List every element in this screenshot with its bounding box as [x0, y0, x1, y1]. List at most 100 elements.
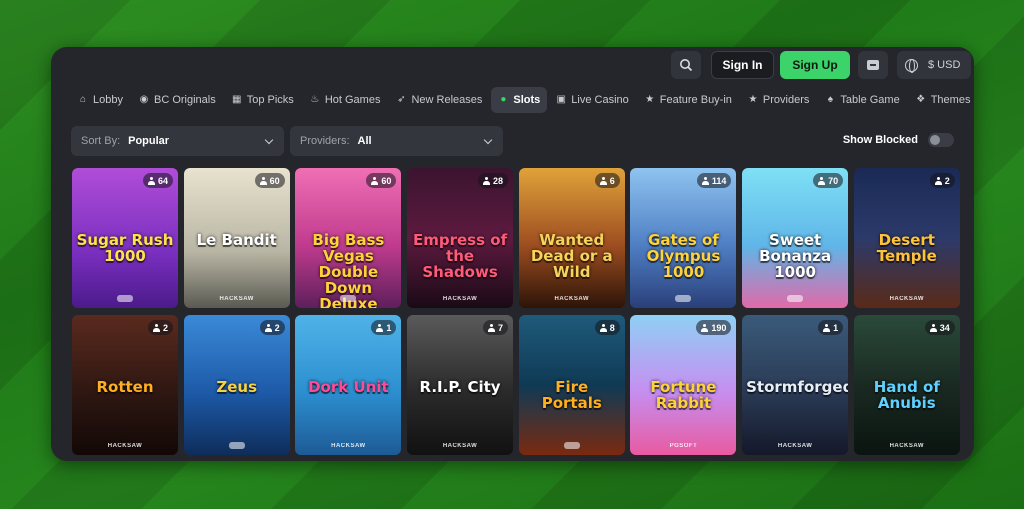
nav-item-top-picks[interactable]: ▦ Top Picks	[225, 87, 301, 113]
person-icon	[823, 323, 831, 332]
game-card[interactable]: 1 Stormforged HACKSAW	[742, 315, 849, 455]
game-card[interactable]: 28 Empress of the Shadows HACKSAW	[407, 168, 514, 308]
player-count: 8	[609, 322, 615, 333]
game-card[interactable]: 6 Wanted Dead or a Wild HACKSAW	[518, 168, 625, 308]
nav-item-bc-originals[interactable]: ◉ BC Originals	[132, 87, 223, 113]
player-count-badge: 2	[929, 173, 955, 188]
game-card[interactable]: 64 Sugar Rush 1000	[72, 168, 178, 308]
person-icon	[488, 323, 496, 332]
game-card[interactable]: 60Big Bass Vegas Double Down Deluxe	[295, 168, 402, 308]
home-icon: ⌂	[79, 94, 87, 105]
nav-item-label: New Releases	[411, 94, 483, 106]
game-card[interactable]: 2 Zeus	[183, 315, 290, 455]
person-icon	[259, 176, 267, 185]
provider-logo: PGSOFT	[669, 443, 698, 449]
nav-item-slots[interactable]: ● Slots	[491, 87, 548, 113]
game-card[interactable]: 114 Gates of Olympus 1000	[630, 168, 737, 308]
player-count: 2	[944, 175, 950, 186]
nav-item-table-game[interactable]: ♠ Table Game	[818, 87, 906, 113]
person-icon	[483, 176, 491, 185]
nav-item-label: Hot Games	[324, 94, 381, 106]
nav-item-lobby[interactable]: ⌂ Lobby	[71, 87, 130, 113]
flame-icon: ♨	[310, 94, 320, 105]
sign-in-button[interactable]: Sign In	[711, 51, 774, 79]
sign-up-button[interactable]: Sign Up	[780, 51, 850, 79]
game-title: Zeus	[216, 378, 258, 396]
show-blocked-label: Show Blocked	[842, 134, 918, 146]
sort-dropdown[interactable]: Sort By: Popular	[71, 126, 284, 156]
search-button[interactable]	[671, 51, 701, 79]
grid-icon: ▦	[232, 94, 242, 105]
provider-logo	[563, 442, 580, 449]
nav-item-label: Live Casino	[571, 94, 629, 106]
nav-item-live-casino[interactable]: ▣ Live Casino	[549, 87, 635, 113]
person-icon	[371, 176, 379, 185]
player-count: 60	[381, 175, 392, 186]
nav-item-label: Lobby	[93, 94, 123, 106]
player-count-badge: 7	[483, 320, 509, 335]
provider-logo	[787, 295, 804, 302]
game-title: Sweet Bonanza 1000	[759, 231, 832, 281]
provider-logo	[340, 295, 357, 302]
game-title: Fortune Rabbit	[650, 378, 717, 412]
rocket-icon: ➶	[397, 94, 406, 105]
player-count: 1	[386, 322, 392, 333]
category-nav: ⌂ Lobby ◉ BC Originals ▦ Top Picks ♨ Hot Games ➶…	[71, 85, 970, 115]
person-icon	[818, 176, 826, 185]
nav-item-label: Themes	[930, 94, 971, 106]
nav-item-label: Feature Buy-in	[659, 94, 732, 106]
filters-bar: Sort By: Popular Providers: All Show Blo…	[71, 126, 954, 156]
provider-logo: HACKSAW	[554, 296, 589, 302]
game-card[interactable]: 34 Hand of Anubis HACKSAW	[853, 315, 960, 455]
game-card[interactable]: 190 Fortune Rabbit PGSOFT	[630, 315, 737, 455]
nav-item-new-releases[interactable]: ➶ New Releases	[389, 87, 489, 113]
person-icon	[934, 176, 942, 185]
person-icon	[264, 323, 272, 332]
table-icon: ♠	[827, 94, 834, 105]
search-icon	[680, 59, 693, 72]
nav-item-feature-buy-in[interactable]: ★ Feature Buy-in	[638, 87, 739, 113]
person-icon	[599, 176, 607, 185]
game-card[interactable]: 2 Rotten HACKSAW	[72, 315, 178, 455]
currency-selector[interactable]: $ USD	[897, 51, 971, 79]
game-title: Stormforged	[746, 378, 849, 396]
player-count: 114	[711, 175, 727, 186]
originals-icon: ◉	[139, 94, 149, 105]
game-card[interactable]: 7 R.I.P. City HACKSAW	[407, 315, 514, 455]
show-blocked-toggle[interactable]	[928, 133, 954, 147]
player-count: 1	[833, 322, 839, 333]
chat-button[interactable]	[858, 51, 888, 79]
game-card[interactable]: 60 Le Bandit HACKSAW	[183, 168, 290, 308]
globe-icon	[905, 58, 918, 73]
game-title: Desert Temple	[876, 231, 937, 265]
player-count-badge: 28	[478, 173, 509, 188]
providers-dropdown[interactable]: Providers: All	[290, 126, 503, 156]
app-window: Sign In Sign Up $ USD ⌂ Lobby ◉ BC Original…	[51, 47, 974, 461]
game-title: Wanted Dead or a Wild	[530, 231, 613, 281]
games-grid: 64 Sugar Rush 1000 60 Le Bandit HACKSAW 60 Big…	[72, 168, 960, 455]
show-blocked-control: Show Blocked	[843, 133, 954, 147]
player-count: 2	[274, 322, 280, 333]
game-card[interactable]: 8 Fire Portals	[518, 315, 625, 455]
game-title: R.I.P. City	[419, 378, 501, 396]
nav-item-hot-games[interactable]: ♨ Hot Games	[303, 87, 388, 113]
nav-item-label: Top Picks	[246, 94, 294, 106]
player-count-badge: 70	[813, 173, 844, 188]
chevron-down-icon	[264, 135, 274, 145]
game-card[interactable]: 2 Desert Temple HACKSAW	[853, 168, 960, 308]
nav-item-themes[interactable]: ❖ Themes	[909, 87, 974, 113]
chevron-down-icon	[483, 135, 493, 145]
player-count-badge: 1	[818, 320, 844, 335]
provider-logo: HACKSAW	[777, 443, 813, 449]
game-card[interactable]: 1 Dork Unit HACKSAW	[295, 315, 402, 455]
game-title: Le Bandit	[196, 231, 277, 249]
provider-logo: HACKSAW	[331, 443, 366, 449]
nav-item-providers[interactable]: ★ Providers	[741, 87, 816, 113]
person-icon	[147, 176, 155, 185]
provider-logo	[675, 295, 692, 302]
provider-logo: HACKSAW	[889, 443, 925, 449]
nav-item-label: BC Originals	[153, 94, 216, 106]
player-count: 6	[609, 175, 615, 186]
providers-label: Providers:	[300, 135, 350, 147]
game-card[interactable]: 70 Sweet Bonanza 1000	[742, 168, 849, 308]
